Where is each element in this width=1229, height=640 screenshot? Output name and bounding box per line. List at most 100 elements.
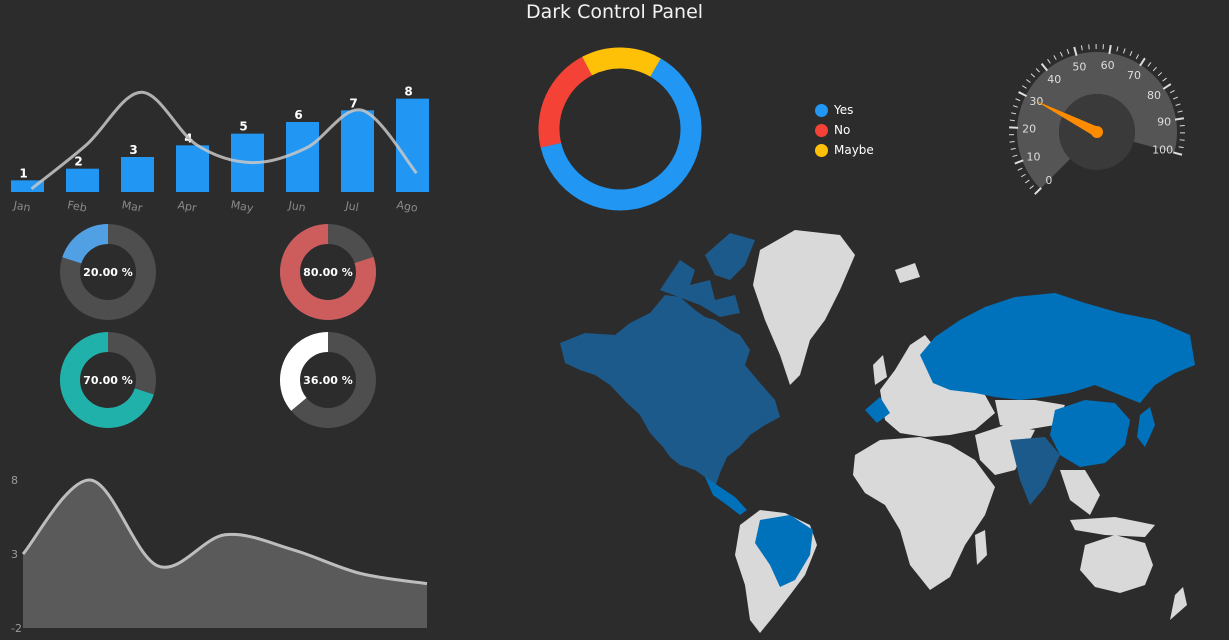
poll-legend: Yes No Maybe [815, 100, 874, 160]
gauge-tick-label: 40 [1047, 73, 1061, 86]
gauge-tick [1162, 77, 1167, 82]
speed-gauge: 0 10 20 30 40 50 60 70 80 90 100 [1009, 43, 1186, 195]
bar-jun [286, 122, 319, 192]
map-russia [920, 293, 1195, 403]
map-iceland [895, 263, 920, 283]
donut-percent-label: 80.00 % [303, 266, 353, 279]
legend-item-maybe: Maybe [815, 140, 874, 160]
bar-value-label: 5 [239, 120, 247, 134]
y-tick-label: 3 [11, 548, 18, 561]
gauge-tick [1024, 179, 1030, 184]
gauge-tick [1014, 159, 1024, 165]
world-map [560, 230, 1195, 633]
legend-label: No [834, 123, 851, 137]
gauge-tick [1157, 72, 1163, 77]
gauge-tick [1129, 51, 1133, 57]
gauge-tick [1021, 173, 1026, 178]
map-india [1010, 437, 1060, 505]
gauge-tick [1147, 62, 1152, 67]
gauge-tick-label: 80 [1147, 89, 1161, 102]
gauge-tick-label: 60 [1101, 59, 1115, 72]
area-fill [23, 479, 427, 628]
gauge-tick [1012, 105, 1018, 108]
bar-value-label: 1 [19, 166, 27, 180]
area-chart: 8 3 -2 [11, 474, 428, 635]
page-title: Dark Control Panel [525, 1, 704, 23]
gauge-tick [1018, 91, 1028, 98]
map-africa [853, 437, 995, 590]
percent-donut-4: 36.00 % [280, 332, 376, 428]
x-tick-label: Apr [177, 198, 198, 214]
gauge-tick [1178, 146, 1184, 149]
percent-donut-3: 70.00 % [60, 332, 156, 428]
map-madagascar [975, 530, 987, 565]
gauge-tick [1035, 68, 1040, 73]
gauge-tick [1021, 85, 1027, 89]
map-china [1050, 400, 1130, 467]
bar-apr [176, 145, 209, 192]
gauge-needle-pivot [1091, 126, 1103, 138]
map-southeast-asia [1060, 470, 1100, 515]
map-japan [1137, 407, 1155, 447]
gauge-tick [1173, 151, 1183, 156]
legend-swatch [815, 143, 828, 157]
y-tick-label: 8 [11, 474, 18, 487]
gauge-tick [1169, 89, 1175, 94]
gauge-tick-label: 0 [1045, 174, 1052, 187]
bar-jul [341, 110, 374, 192]
gauge-tick [1174, 117, 1185, 121]
gauge-tick [1172, 96, 1178, 100]
gauge-tick-label: 20 [1022, 122, 1036, 135]
gauge-tick [1011, 112, 1017, 115]
gauge-tick-label: 90 [1157, 115, 1171, 128]
percent-donut-2: 80.00 % [280, 224, 376, 320]
gauge-tick-label: 100 [1152, 144, 1173, 157]
gauge-tick [1030, 73, 1036, 78]
bar-value-label: 3 [129, 143, 137, 157]
map-north-america [560, 295, 780, 487]
gauge-tick [1139, 57, 1146, 67]
gauge-tick [1026, 79, 1031, 83]
map-greenland [753, 230, 855, 385]
legend-item-yes: Yes [815, 100, 874, 120]
map-arctic-islands [705, 233, 755, 280]
gauge-tick [1175, 103, 1181, 107]
bar-feb [66, 168, 99, 192]
gauge-tick [1122, 48, 1126, 54]
map-new-zealand [1170, 587, 1187, 620]
map-uk [873, 355, 887, 385]
bar-value-label: 6 [294, 108, 302, 122]
x-tick-label: Ago [396, 198, 419, 215]
gauge-tick-label: 30 [1029, 95, 1043, 108]
gauge-tick [1010, 147, 1016, 150]
gauge-tick-label: 10 [1027, 150, 1041, 163]
gauge-tick [1135, 54, 1140, 60]
gauge-tick [1073, 46, 1078, 56]
gauge-tick [1034, 187, 1042, 195]
map-central-america [705, 477, 747, 515]
gauge-tick [1029, 185, 1034, 190]
gauge-tick [1015, 98, 1021, 102]
bar-value-label: 2 [74, 155, 82, 169]
legend-swatch [815, 123, 828, 137]
gauge-tick [1009, 141, 1015, 143]
donut-percent-label: 70.00 % [83, 374, 133, 387]
map-indonesia [1070, 517, 1155, 537]
bar-value-label: 7 [349, 96, 357, 110]
donut-percent-label: 20.00 % [83, 266, 133, 279]
gauge-tick [1162, 83, 1172, 90]
gauge-tick [1047, 58, 1051, 64]
bar-ago [396, 98, 429, 192]
gauge-tick [1053, 55, 1057, 60]
gauge-tick-label: 70 [1127, 69, 1141, 82]
bar-value-label: 8 [404, 85, 412, 99]
gauge-tick [1080, 45, 1083, 51]
gauge-tick [1040, 62, 1049, 72]
gauge-tick [1009, 119, 1015, 122]
donut-percent-label: 36.00 % [303, 374, 353, 387]
gauge-tick [1116, 46, 1119, 52]
gauge-tick [1012, 154, 1018, 158]
gauge-tick [1152, 66, 1157, 72]
poll-donut-chart [538, 47, 702, 211]
legend-swatch [815, 103, 828, 117]
